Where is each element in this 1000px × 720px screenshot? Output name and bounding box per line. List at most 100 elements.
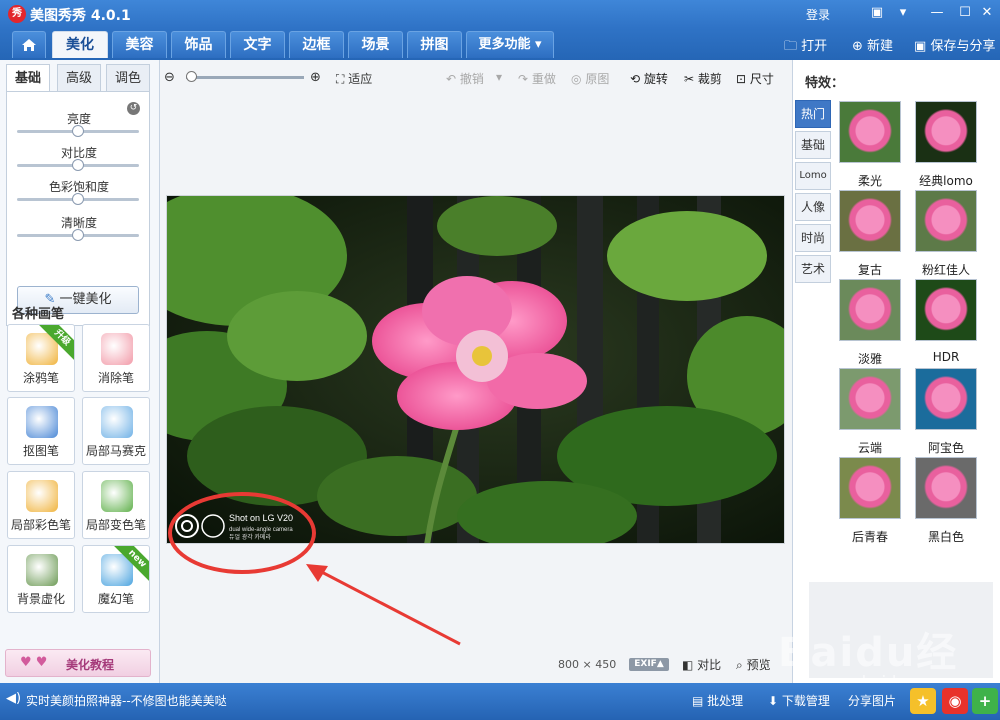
effect-thumb-cloud[interactable]: [839, 368, 901, 430]
compare-button[interactable]: ◧ 对比: [682, 656, 721, 673]
effect-thumb-vintage[interactable]: [839, 190, 901, 252]
resize-button[interactable]: ⊡ 尺寸: [736, 70, 774, 87]
zoom-in-icon[interactable]: ⊕: [310, 70, 321, 85]
local-recolor-tool[interactable]: 局部变色笔: [82, 471, 150, 539]
undo-history-dropdown[interactable]: ▾: [496, 70, 502, 84]
local-color-brush-tool[interactable]: 局部彩色笔: [7, 471, 75, 539]
tab-beauty[interactable]: 美容: [112, 31, 167, 58]
brush-label: 背景虚化: [16, 592, 65, 606]
background-blur-tool[interactable]: 背景虚化: [7, 545, 75, 613]
undo-button[interactable]: ↶ 撤销: [446, 70, 484, 87]
rose-photo: Shot on LG V20 dual wide-angle camera 듀얼…: [167, 196, 784, 543]
subtab-advanced[interactable]: 高级: [57, 64, 101, 92]
folder-icon: 🗀: [784, 39, 798, 54]
brush-label: 抠图笔: [22, 444, 59, 458]
effect-label: 云端: [857, 441, 882, 455]
rotate-button[interactable]: ⟲ 旋转: [630, 70, 668, 87]
feedback-icon[interactable]: ▣: [866, 4, 888, 22]
scissors-icon: ✂: [684, 72, 695, 86]
magic-brush-tool[interactable]: new 魔幻笔: [82, 545, 150, 613]
save-icon: ▣: [914, 39, 927, 54]
mosaic-icon: [101, 406, 133, 438]
mosaic-tool[interactable]: 局部马赛克: [82, 397, 150, 465]
tab-frame[interactable]: 边框: [289, 31, 344, 58]
preview-icon: ⌕: [736, 658, 743, 672]
original-button[interactable]: ◎ 原图: [571, 70, 609, 87]
graffiti-brush-tool[interactable]: 升级 涂鸦笔: [7, 324, 75, 392]
star-icon[interactable]: ★: [910, 688, 936, 714]
contrast-slider-knob[interactable]: [72, 159, 84, 171]
saturation-slider-knob[interactable]: [72, 193, 84, 205]
save-share-button[interactable]: ▣ 保存与分享: [914, 35, 995, 54]
zoom-slider-knob[interactable]: [186, 71, 197, 82]
category-fashion[interactable]: 时尚: [795, 224, 831, 252]
menu-icon[interactable]: ▾: [892, 4, 914, 22]
minimize-button[interactable]: —: [926, 4, 948, 22]
beautify-tutorial-button[interactable]: ♥ ♥ 美化教程: [5, 649, 151, 677]
login-link[interactable]: 登录: [806, 6, 830, 23]
weibo-icon[interactable]: ◉: [942, 688, 968, 714]
eraser-tool[interactable]: 消除笔: [82, 324, 150, 392]
zoom-slider[interactable]: [186, 76, 304, 79]
effect-thumb-abao[interactable]: [915, 368, 977, 430]
close-button[interactable]: ✕: [976, 4, 998, 22]
share-image-button[interactable]: 分享图片: [848, 692, 896, 709]
category-basic[interactable]: 基础: [795, 131, 831, 159]
paint-bucket-icon: [101, 480, 133, 512]
effect-thumb-hdr[interactable]: [915, 279, 977, 341]
tab-collage[interactable]: 拼图: [407, 31, 462, 58]
tab-scene[interactable]: 场景: [348, 31, 403, 58]
home-tab[interactable]: [12, 31, 46, 58]
new-button[interactable]: ⊕ 新建: [852, 35, 893, 54]
add-icon[interactable]: +: [972, 688, 998, 714]
category-lomo[interactable]: Lomo: [795, 162, 831, 190]
subtab-color[interactable]: 调色: [106, 64, 150, 92]
exif-button[interactable]: EXIF▲: [629, 658, 669, 671]
tab-beautify[interactable]: 美化: [52, 31, 108, 58]
brightness-slider-knob[interactable]: [72, 125, 84, 137]
effect-label: HDR: [932, 350, 960, 364]
effect-thumb-pink-lady[interactable]: [915, 190, 977, 252]
maximize-button[interactable]: ☐: [954, 4, 976, 22]
effects-title: 特效：: [805, 76, 845, 91]
effect-thumb-elegant[interactable]: [839, 279, 901, 341]
photo-canvas[interactable]: Shot on LG V20 dual wide-angle camera 듀얼…: [166, 195, 785, 544]
effect-thumb-youth[interactable]: [839, 457, 901, 519]
sharpness-slider-knob[interactable]: [72, 229, 84, 241]
blur-icon: [26, 554, 58, 586]
title-bar: 秀 美图秀秀 4.0.1 登录 ▣ ▾ — ☐ ✕: [0, 0, 1000, 28]
promo-tip-link[interactable]: 实时美颜拍照神器--不修图也能美美哒: [26, 692, 227, 709]
brush-label: 局部变色笔: [85, 518, 146, 532]
subtab-basic[interactable]: 基础: [6, 64, 50, 92]
category-art[interactable]: 艺术: [795, 255, 831, 283]
effect-label: 复古: [857, 263, 882, 277]
effect-label: 黑白色: [927, 530, 964, 544]
batch-process-button[interactable]: ▤ 批处理: [692, 692, 743, 709]
app-title: 美图秀秀 4.0.1: [30, 8, 131, 24]
tab-more[interactable]: 更多功能 ▾: [466, 31, 554, 58]
category-hot[interactable]: 热门: [795, 100, 831, 128]
left-panel: 基础 高级 调色 ↺ 亮度 对比度 色彩饱和度 清晰度 ✎ 一键美化 各种画笔 …: [0, 60, 160, 683]
cutout-tool[interactable]: 抠图笔: [7, 397, 75, 465]
brush-label: 消除笔: [97, 371, 134, 385]
batch-icon: ▤: [692, 694, 704, 708]
crop-button[interactable]: ✂ 裁剪: [684, 70, 722, 87]
eraser-icon: [101, 333, 133, 365]
undo-icon: ↶: [446, 72, 457, 86]
category-portrait[interactable]: 人像: [795, 193, 831, 221]
tab-accessories[interactable]: 饰品: [171, 31, 226, 58]
preview-button[interactable]: ⌕ 预览: [736, 656, 771, 673]
effect-thumb-soft-light[interactable]: [839, 101, 901, 163]
effect-label: 淡雅: [857, 352, 882, 366]
open-button[interactable]: 🗀 打开: [784, 35, 827, 59]
effect-label: 阿宝色: [927, 441, 964, 455]
zoom-out-icon[interactable]: ⊖: [164, 70, 175, 85]
redo-button[interactable]: ↷ 重做: [518, 70, 556, 87]
download-manager-button[interactable]: ⬇ 下载管理: [768, 692, 830, 709]
tab-text[interactable]: 文字: [230, 31, 285, 58]
effect-label: 经典lomo: [919, 174, 973, 188]
effect-thumb-black-white[interactable]: [915, 457, 977, 519]
fit-button[interactable]: ⛶ 适应: [336, 70, 372, 87]
effect-thumb-classic-lomo[interactable]: [915, 101, 977, 163]
paint-brush-icon: [26, 480, 58, 512]
